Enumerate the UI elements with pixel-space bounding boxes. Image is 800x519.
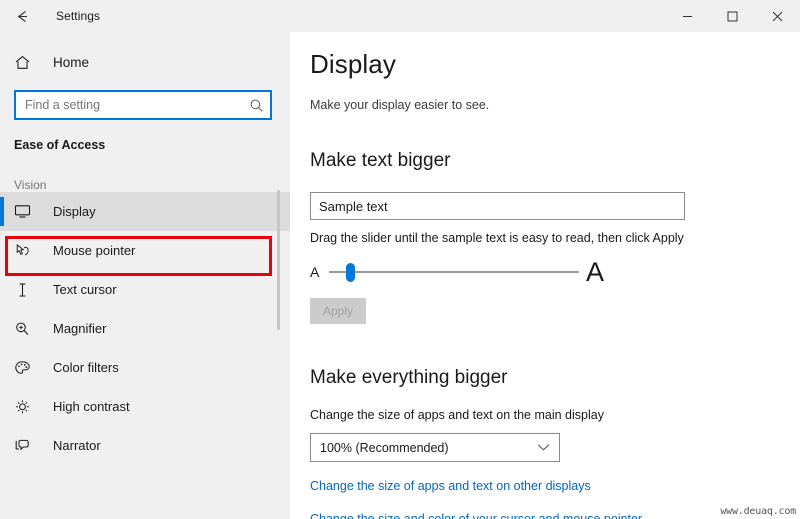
text-size-slider-row: A A [310, 257, 800, 287]
sidebar-item-magnifier[interactable]: Magnifier [0, 309, 290, 348]
sidebar-item-label: Mouse pointer [53, 243, 136, 258]
sidebar-group-label: Vision [14, 178, 47, 192]
palette-icon [14, 360, 40, 376]
sidebar-scrollbar[interactable] [277, 190, 280, 330]
section-heading-make-text-bigger: Make text bigger [310, 150, 451, 171]
slider-track [329, 271, 579, 273]
title-bar: Settings [0, 0, 800, 32]
sample-text-box: Sample text [310, 192, 685, 220]
sidebar: Home Ease of Access Vision [0, 32, 290, 519]
sidebar-item-color-filters[interactable]: Color filters [0, 348, 290, 387]
slider-max-label: A [586, 256, 605, 287]
link-other-displays[interactable]: Change the size of apps and text on othe… [310, 479, 591, 493]
sidebar-item-label: Narrator [53, 438, 101, 453]
maximize-button[interactable] [710, 0, 755, 32]
close-button[interactable] [755, 0, 800, 32]
title-bar-left: Settings [0, 0, 290, 32]
sidebar-item-label: Display [53, 204, 96, 219]
sidebar-item-mouse-pointer[interactable]: Mouse pointer [0, 231, 290, 270]
sidebar-item-display[interactable]: Display [0, 192, 290, 231]
back-arrow-icon[interactable] [0, 0, 44, 32]
page-subtitle: Make your display easier to see. [310, 98, 490, 112]
sidebar-item-narrator[interactable]: Narrator [0, 426, 290, 465]
mouse-pointer-icon [14, 243, 40, 259]
text-cursor-icon [14, 282, 40, 298]
window-title: Settings [56, 9, 101, 23]
sample-text-value: Sample text [319, 198, 388, 214]
section-heading-make-everything-bigger: Make everything bigger [310, 367, 508, 388]
sidebar-item-label: Magnifier [53, 321, 107, 336]
sidebar-home-label: Home [53, 54, 90, 70]
page-title: Display [310, 49, 396, 79]
minimize-button[interactable] [665, 0, 710, 32]
sidebar-item-high-contrast[interactable]: High contrast [0, 387, 290, 426]
main-content: Display Make your display easier to see.… [290, 32, 800, 519]
home-icon [14, 54, 40, 71]
search-icon[interactable] [242, 98, 270, 113]
sidebar-item-label: Text cursor [53, 282, 117, 297]
settings-window: Settings Home Find a setting Ease of Acc… [0, 0, 800, 519]
sidebar-item-label: Color filters [53, 360, 119, 375]
narrator-icon [14, 438, 40, 454]
scale-dropdown[interactable]: 100% (Recommended) [310, 433, 560, 462]
monitor-icon [14, 204, 40, 219]
magnifier-icon [14, 321, 40, 337]
slider-thumb[interactable] [346, 263, 355, 282]
sidebar-item-home[interactable]: Home [0, 45, 290, 79]
text-size-slider[interactable] [329, 259, 579, 285]
scale-dropdown-label: Change the size of apps and text on the … [310, 408, 604, 422]
search-box[interactable] [14, 90, 272, 120]
apply-button[interactable]: Apply [310, 298, 366, 324]
scale-dropdown-value: 100% (Recommended) [320, 440, 449, 455]
brightness-icon [14, 399, 40, 415]
sidebar-category-header: Ease of Access [14, 138, 106, 152]
sidebar-item-text-cursor[interactable]: Text cursor [0, 270, 290, 309]
chevron-down-icon [537, 439, 550, 457]
sidebar-item-label: High contrast [53, 399, 130, 414]
window-controls [665, 0, 800, 32]
link-cursor-pointer[interactable]: Change the size and color of your cursor… [310, 512, 642, 519]
search-input[interactable] [16, 98, 242, 112]
slider-min-label: A [310, 264, 320, 280]
watermark: www.deuaq.com [720, 506, 796, 517]
sidebar-nav-list: Display Mouse pointer Text cursor Magnif… [0, 192, 290, 465]
slider-hint-text: Drag the slider until the sample text is… [310, 231, 684, 245]
